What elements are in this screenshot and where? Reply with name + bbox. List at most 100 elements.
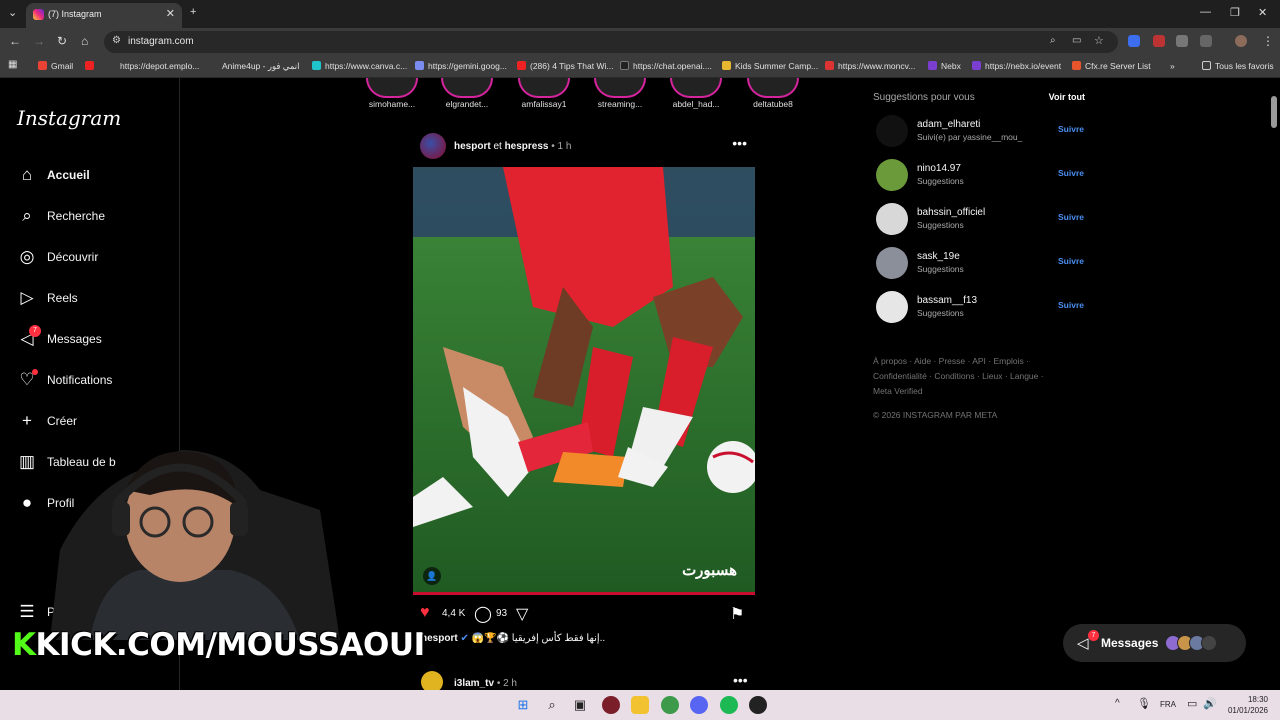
suggestion-username[interactable]: sask_19e xyxy=(917,251,960,262)
home-button-icon[interactable]: ⌂ xyxy=(81,34,88,48)
bookmarks-overflow-icon[interactable]: » xyxy=(1170,61,1175,71)
suggestion-avatar[interactable] xyxy=(876,159,908,191)
file-explorer-icon[interactable] xyxy=(631,696,649,714)
post-author-name[interactable]: hesport xyxy=(454,141,491,152)
follow-button[interactable]: Suivre xyxy=(1058,212,1084,222)
post-media[interactable]: 👤 هسبورت xyxy=(413,167,755,595)
suggestion-username[interactable]: adam_elhareti xyxy=(917,119,980,130)
bookmark-item[interactable] xyxy=(85,61,98,71)
messages-floating-button[interactable]: ◁ 7 Messages xyxy=(1063,624,1246,662)
restore-icon[interactable]: ❐ xyxy=(1230,6,1240,19)
suggestion-avatar[interactable] xyxy=(876,203,908,235)
extension-icon[interactable] xyxy=(1153,35,1165,47)
nav-messages[interactable]: ◁ 7 Messages xyxy=(17,325,177,353)
next-post-more-icon[interactable]: ••• xyxy=(733,672,748,688)
back-icon[interactable]: ← xyxy=(9,34,21,48)
follow-button[interactable]: Suivre xyxy=(1058,124,1084,134)
spotify-icon[interactable] xyxy=(720,696,738,714)
discord-icon[interactable] xyxy=(690,696,708,714)
app-icon[interactable] xyxy=(749,696,767,714)
see-all-link[interactable]: Voir tout xyxy=(1049,92,1085,102)
nav-home[interactable]: ⌂ Accueil xyxy=(17,165,177,189)
extensions-puzzle-icon[interactable] xyxy=(1200,35,1212,47)
bookmark-item[interactable]: Cfx.re Server List xyxy=(1072,61,1151,71)
bookmark-item[interactable]: https://nebx.io/event xyxy=(972,61,1061,71)
suggestion-avatar[interactable] xyxy=(876,291,908,323)
forward-icon[interactable]: → xyxy=(33,34,45,48)
story-item[interactable]: abdel_had... xyxy=(661,78,731,109)
taskbar-clock[interactable]: 18:30 01/01/2026 xyxy=(1228,694,1268,716)
input-language[interactable]: FRA xyxy=(1160,700,1176,709)
browser-menu-icon[interactable]: ⋮ xyxy=(1262,34,1274,48)
bookmark-item[interactable]: Kids Summer Camp... xyxy=(722,61,818,71)
apps-icon[interactable]: ▦ xyxy=(8,59,17,70)
tab-list-icon[interactable]: ⌄ xyxy=(8,6,17,19)
chrome-icon[interactable] xyxy=(661,696,679,714)
zoom-icon[interactable]: ⌕ xyxy=(1050,35,1056,46)
suggestion-avatar[interactable] xyxy=(876,247,908,279)
nav-search[interactable]: ⌕ Recherche xyxy=(17,206,177,230)
all-favorites-folder[interactable]: Tous les favoris xyxy=(1202,61,1274,71)
nav-notifications[interactable]: ♡ Notifications xyxy=(17,369,177,394)
microphone-icon[interactable]: 🎙 xyxy=(1137,697,1151,710)
task-view-icon[interactable]: ▣ xyxy=(571,696,589,714)
story-item[interactable]: amfalissay1 xyxy=(509,78,579,109)
suggestion-username[interactable]: bassam__f13 xyxy=(917,295,977,306)
nav-reels[interactable]: ▷ Reels xyxy=(17,288,177,312)
comment-icon[interactable]: ◯ xyxy=(474,604,492,624)
address-bar[interactable]: ⚙ instagram.com ⌕ ▭ ☆ xyxy=(104,31,1118,53)
bookmark-item[interactable]: https://depot.emplo... xyxy=(120,61,199,71)
taskbar-search-icon[interactable]: ⌕ xyxy=(543,696,561,714)
footer-links[interactable]: À propos · Aide · Presse · API · Emplois… xyxy=(873,354,1058,399)
windows-start-icon[interactable]: ⊞ xyxy=(514,696,532,714)
app-icon[interactable] xyxy=(602,696,620,714)
story-item[interactable]: deltatube8 xyxy=(738,78,808,109)
reload-icon[interactable]: ↻ xyxy=(57,34,67,48)
new-tab-icon[interactable]: + xyxy=(190,6,196,18)
next-post-avatar[interactable] xyxy=(421,671,443,690)
bookmark-item[interactable]: Anime4up - انمي فور xyxy=(222,61,300,72)
extension-icon[interactable] xyxy=(1176,35,1188,47)
follow-button[interactable]: Suivre xyxy=(1058,300,1084,310)
instagram-logo[interactable]: Instagram xyxy=(17,106,121,130)
volume-icon[interactable]: 🔊 xyxy=(1203,697,1217,710)
save-bookmark-icon[interactable]: ⚑ xyxy=(730,604,744,624)
bookmark-item[interactable]: https://www.moncv... xyxy=(825,61,915,71)
minimize-icon[interactable]: — xyxy=(1200,6,1211,18)
story-item[interactable]: elgrandet... xyxy=(432,78,502,109)
extension-icon[interactable] xyxy=(1128,35,1140,47)
story-item[interactable]: simohame... xyxy=(357,78,427,109)
follow-button[interactable]: Suivre xyxy=(1058,168,1084,178)
story-item[interactable]: streaming... xyxy=(585,78,655,109)
tab-close-icon[interactable]: ✕ xyxy=(166,7,175,20)
bookmark-item[interactable]: https://www.canva.c... xyxy=(312,61,407,71)
follow-button[interactable]: Suivre xyxy=(1058,256,1084,266)
nav-explore[interactable]: ◎ Découvrir xyxy=(17,247,177,271)
suggestion-username[interactable]: nino14.97 xyxy=(917,163,961,174)
like-heart-icon[interactable]: ♥ xyxy=(420,604,430,622)
caption-username[interactable]: hesport xyxy=(421,633,458,644)
next-post-author[interactable]: i3lam_tv xyxy=(454,678,494,689)
network-icon[interactable]: ▭ xyxy=(1187,697,1197,710)
tray-overflow-icon[interactable]: ^ xyxy=(1115,698,1120,709)
window-close-icon[interactable]: ✕ xyxy=(1258,6,1267,19)
post-author-avatar[interactable] xyxy=(420,133,446,159)
bookmark-item[interactable]: (286) 4 Tips That Wi... xyxy=(517,61,613,71)
bookmark-item[interactable]: https://chat.openai.... xyxy=(620,61,712,71)
page-scrollbar[interactable] xyxy=(1271,96,1277,128)
share-icon[interactable]: ▽ xyxy=(516,604,528,624)
comment-count[interactable]: 93 xyxy=(496,608,507,619)
site-info-icon[interactable]: ⚙ xyxy=(112,35,121,46)
tagged-people-icon[interactable]: 👤 xyxy=(423,567,441,585)
browser-tab[interactable]: (7) Instagram ✕ xyxy=(26,3,182,28)
post-coauthor-name[interactable]: hespress xyxy=(505,141,549,152)
bookmark-item[interactable]: https://gemini.goog... xyxy=(415,61,507,71)
post-more-options-icon[interactable]: ••• xyxy=(732,135,747,151)
suggestion-username[interactable]: bahssin_officiel xyxy=(917,207,985,218)
bookmark-star-icon[interactable]: ☆ xyxy=(1094,34,1104,47)
bookmark-item[interactable]: Nebx xyxy=(928,61,961,71)
like-count[interactable]: 4,4 K xyxy=(442,608,465,619)
bookmark-item[interactable]: Gmail xyxy=(38,61,73,71)
profile-avatar-icon[interactable] xyxy=(1235,35,1247,47)
suggestion-avatar[interactable] xyxy=(876,115,908,147)
